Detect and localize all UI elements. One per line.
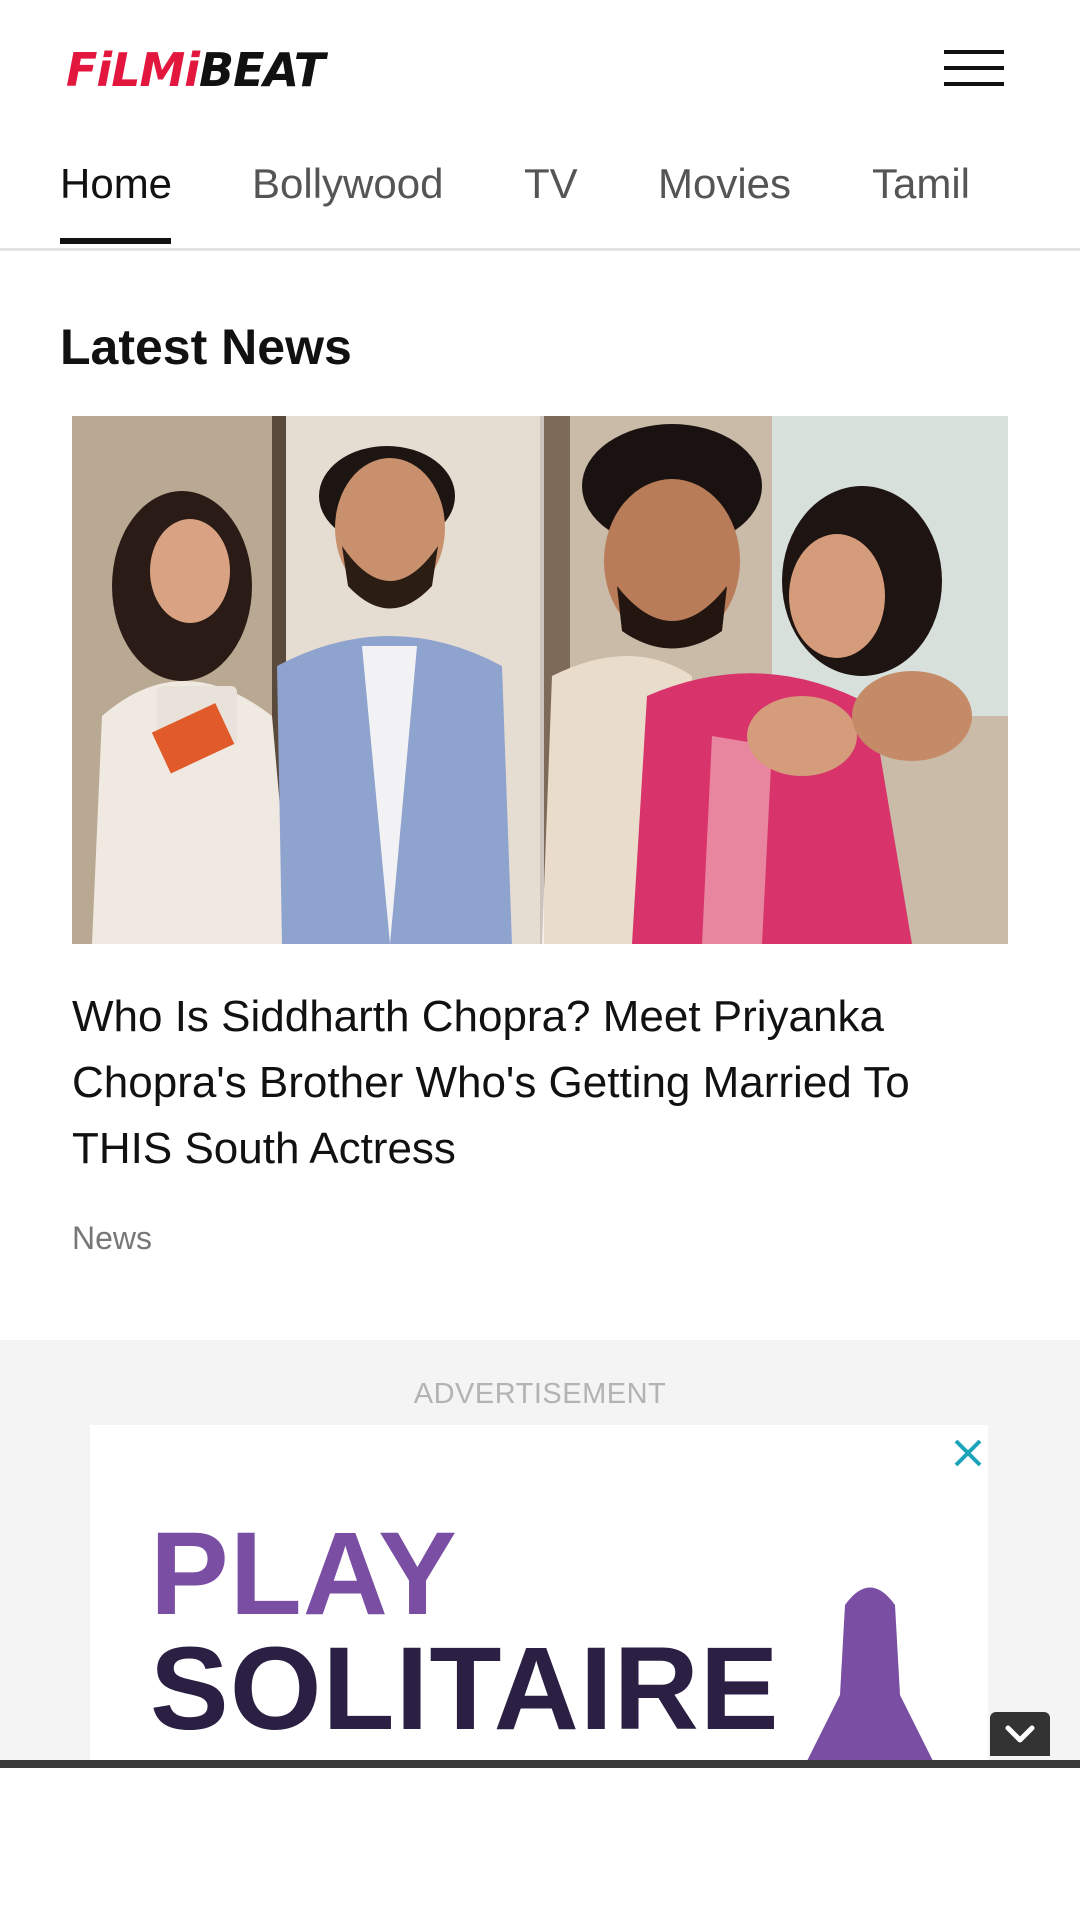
hamburger-menu-icon[interactable] (944, 48, 1004, 88)
ad-headline-line3: LIKE AN (150, 1743, 618, 1760)
ad-chess-piece-icon (790, 1575, 950, 1760)
site-header: FiLMi BEAT (0, 0, 1080, 130)
article-hero-image[interactable] (72, 416, 1008, 944)
advertisement-label: ADVERTISEMENT (413, 1378, 667, 1410)
tab-home[interactable]: Home (60, 160, 172, 208)
category-tabs: Home Bollywood TV Movies Tamil (0, 130, 1080, 251)
tab-tamil[interactable]: Tamil (872, 160, 970, 208)
filmibeat-logo[interactable]: FiLMi BEAT (66, 40, 325, 100)
ad-headline-line2: SOLITAIRE (150, 1623, 780, 1755)
tab-movies[interactable]: Movies (658, 160, 791, 208)
menu-line (944, 66, 1004, 70)
sticky-ad-area (0, 1768, 1080, 1920)
section-title: Latest News (60, 319, 352, 375)
chevron-down-icon (1005, 1725, 1035, 1743)
hero-photo-illustration (72, 416, 1008, 944)
logo-filmi: FiLMi (66, 43, 200, 97)
menu-line (944, 50, 1004, 54)
ad-banner[interactable]: PLAY SOLITAIRE LIKE AN (90, 1425, 988, 1760)
logo-beat: BEAT (199, 43, 325, 97)
tab-tv[interactable]: TV (524, 160, 578, 208)
close-icon[interactable] (948, 1433, 988, 1473)
advertisement-block: ADVERTISEMENT PLAY SOLITAIRE LIKE AN (0, 1340, 1080, 1760)
active-tab-indicator (60, 238, 171, 244)
ad-headline-line1: PLAY (150, 1508, 458, 1640)
collapse-ad-button[interactable] (990, 1712, 1050, 1756)
article-headline[interactable]: Who Is Siddharth Chopra? Meet Priyanka C… (72, 984, 1008, 1182)
article-category[interactable]: News (72, 1220, 152, 1257)
menu-line (944, 82, 1004, 86)
tab-bollywood[interactable]: Bollywood (252, 160, 443, 208)
sticky-ad-divider (0, 1760, 1080, 1768)
